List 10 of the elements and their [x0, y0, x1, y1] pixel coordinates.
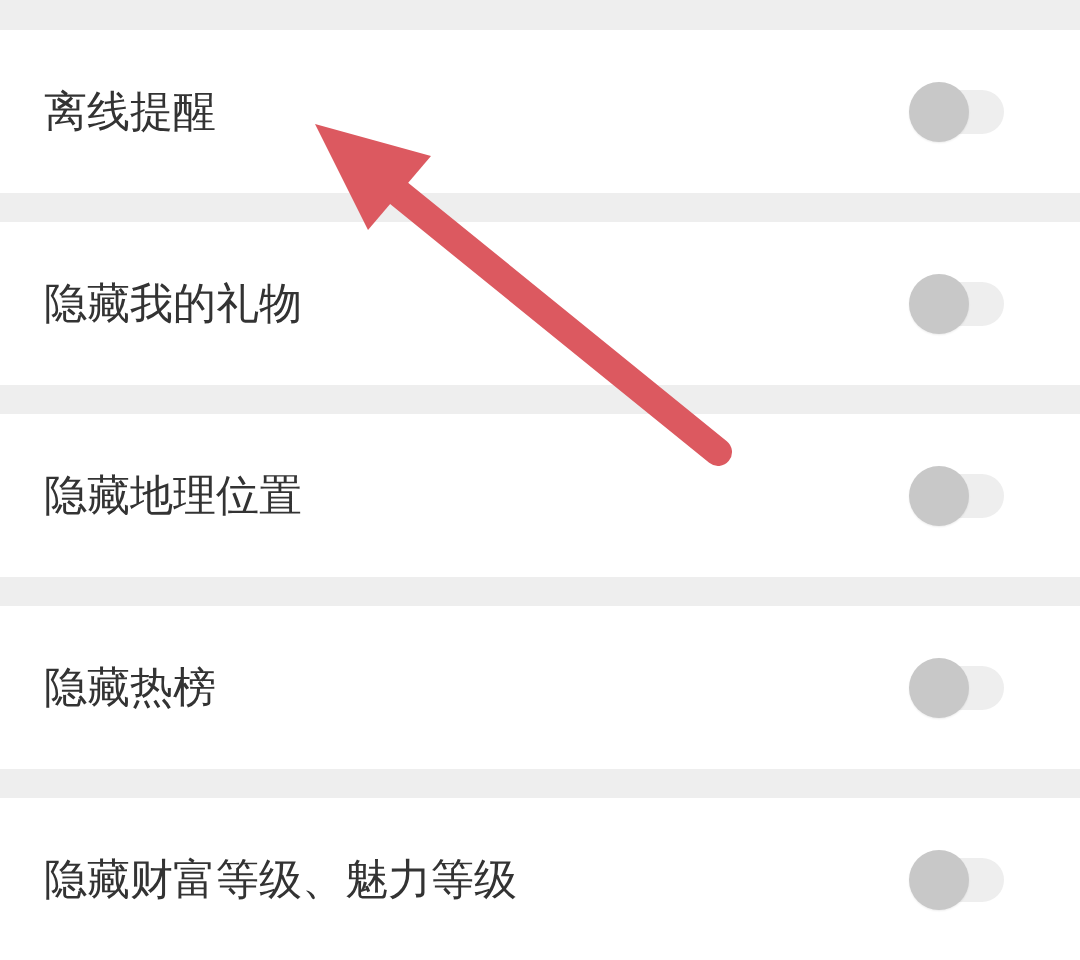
- toggle-switch[interactable]: [909, 848, 1004, 911]
- toggle-switch[interactable]: [909, 80, 1004, 143]
- setting-label: 离线提醒: [44, 85, 216, 138]
- toggle-switch[interactable]: [909, 272, 1004, 335]
- setting-label: 隐藏我的礼物: [44, 277, 302, 330]
- setting-label: 隐藏热榜: [44, 661, 216, 714]
- setting-label: 隐藏地理位置: [44, 469, 302, 522]
- toggle-switch[interactable]: [909, 464, 1004, 527]
- setting-label: 隐藏财富等级、魅力等级: [44, 853, 517, 906]
- toggle-switch[interactable]: [909, 656, 1004, 719]
